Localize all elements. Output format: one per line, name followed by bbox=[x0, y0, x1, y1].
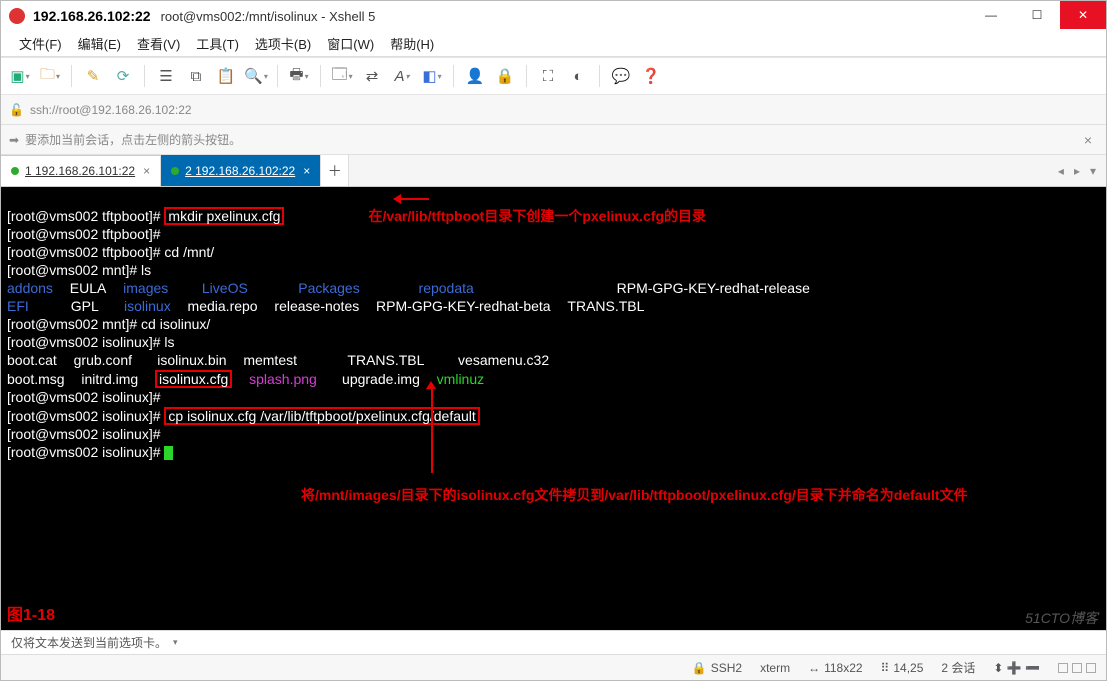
cursor bbox=[164, 446, 173, 460]
arrowhead-icon bbox=[393, 194, 401, 204]
script-icon[interactable]: 💬 bbox=[608, 63, 634, 89]
app-window: 192.168.26.102:22 root@vms002:/mnt/isoli… bbox=[0, 0, 1107, 681]
copy-icon[interactable]: ⧉ bbox=[183, 63, 209, 89]
terminal-output[interactable]: [root@vms002 tftpboot]# mkdir pxelinux.c… bbox=[1, 187, 1106, 630]
status-bar: 🔒 SSH2 xterm ↔ 118x22 ⠿ 14,25 2 会话 ⬍ ➕ ➖ bbox=[1, 654, 1106, 680]
address-text: ssh://root@192.168.26.102:22 bbox=[30, 103, 192, 117]
minimize-button[interactable]: — bbox=[968, 1, 1014, 29]
dropdown-icon[interactable]: ▾ bbox=[173, 637, 178, 648]
search-icon[interactable]: 🔍▾ bbox=[243, 63, 269, 89]
help-icon[interactable]: ❓ bbox=[638, 63, 664, 89]
menu-tabs[interactable]: 选项卡(B) bbox=[247, 32, 319, 55]
menu-file[interactable]: 文件(F) bbox=[11, 32, 70, 55]
arrowhead-icon bbox=[426, 381, 436, 389]
reconnect-icon[interactable]: ⟳ bbox=[110, 63, 136, 89]
address-bar[interactable]: 🔓 ssh://root@192.168.26.102:22 bbox=[1, 95, 1106, 125]
add-tab-button[interactable]: ＋ bbox=[321, 155, 349, 186]
status-dot-icon bbox=[171, 167, 179, 175]
session-tab-2[interactable]: 2 192.168.26.102:22 × bbox=[161, 155, 321, 186]
highlight-icon[interactable]: ✎ bbox=[80, 63, 106, 89]
color-icon[interactable]: ◧▾ bbox=[419, 63, 445, 89]
banner-close-icon[interactable]: × bbox=[1078, 132, 1098, 148]
status-caps bbox=[1058, 663, 1096, 673]
window-title: 192.168.26.102:22 bbox=[33, 8, 151, 24]
annotation-text: 将/mnt/images/目录下的isolinux.cfg文件拷贝到/var/l… bbox=[301, 482, 1061, 508]
menu-view[interactable]: 查看(V) bbox=[129, 32, 188, 55]
send-mode-bar: 仅将文本发送到当前选项卡。 ▾ bbox=[1, 630, 1106, 654]
info-banner: ➡ 要添加当前会话，点击左侧的箭头按钮。 × bbox=[1, 125, 1106, 155]
tab-label: 2 192.168.26.102:22 bbox=[185, 164, 295, 178]
status-cursor: ⠿ 14,25 bbox=[881, 661, 924, 675]
status-dot-icon bbox=[11, 167, 19, 175]
opacity-icon[interactable]: ◐ bbox=[565, 63, 591, 89]
status-sessions: 2 会话 bbox=[941, 659, 975, 676]
status-termtype: xterm bbox=[760, 661, 790, 675]
transfer-icon[interactable]: ⇄ bbox=[359, 63, 385, 89]
tab-list-icon[interactable]: ▾ bbox=[1086, 164, 1100, 178]
tab-close-icon[interactable]: × bbox=[303, 164, 310, 178]
tab-strip: 1 192.168.26.101:22 × 2 192.168.26.102:2… bbox=[1, 155, 1106, 187]
window-subtitle: root@vms002:/mnt/isolinux - Xshell 5 bbox=[161, 9, 376, 24]
tab-prev-icon[interactable]: ◂ bbox=[1054, 164, 1068, 178]
font-icon[interactable]: A▾ bbox=[389, 63, 415, 89]
lock-icon[interactable]: 🔒 bbox=[492, 63, 518, 89]
toolbar: ▣▾ 🗀▾ ✎ ⟳ ☰ ⧉ 📋 🔍▾ 🖶▾ 🗔▾ ⇄ A▾ ◧▾ 👤 🔒 ⛶ ◐… bbox=[1, 57, 1106, 95]
app-icon bbox=[9, 8, 25, 24]
menu-window[interactable]: 窗口(W) bbox=[319, 32, 382, 55]
lock-indicator-icon: 🔓 bbox=[9, 103, 24, 117]
sessions-icon[interactable]: 🗔▾ bbox=[329, 63, 355, 89]
session-tab-1[interactable]: 1 192.168.26.101:22 × bbox=[1, 155, 161, 186]
user-icon[interactable]: 👤 bbox=[462, 63, 488, 89]
paste-icon[interactable]: 📋 bbox=[213, 63, 239, 89]
properties-icon[interactable]: ☰ bbox=[153, 63, 179, 89]
annotation-arrow bbox=[399, 198, 429, 200]
menu-bar: 文件(F) 编辑(E) 查看(V) 工具(T) 选项卡(B) 窗口(W) 帮助(… bbox=[1, 31, 1106, 57]
status-size: ↔ 118x22 bbox=[808, 661, 862, 675]
menu-edit[interactable]: 编辑(E) bbox=[70, 32, 129, 55]
status-protocol: 🔒 SSH2 bbox=[692, 661, 742, 675]
tab-nav: ◂ ▸ ▾ bbox=[1054, 155, 1106, 186]
fullscreen-icon[interactable]: ⛶ bbox=[535, 63, 561, 89]
banner-arrow-icon[interactable]: ➡ bbox=[9, 133, 19, 147]
send-mode-text: 仅将文本发送到当前选项卡。 bbox=[11, 634, 167, 651]
title-bar: 192.168.26.102:22 root@vms002:/mnt/isoli… bbox=[1, 1, 1106, 31]
new-session-icon[interactable]: ▣▾ bbox=[7, 63, 33, 89]
annotation-arrow bbox=[431, 387, 433, 473]
maximize-button[interactable]: ☐ bbox=[1014, 1, 1060, 29]
print-icon[interactable]: 🖶▾ bbox=[286, 63, 312, 89]
figure-label: 图1-18 bbox=[7, 608, 55, 624]
tab-next-icon[interactable]: ▸ bbox=[1070, 164, 1084, 178]
open-folder-icon[interactable]: 🗀▾ bbox=[37, 63, 63, 89]
watermark: 51CTO博客 bbox=[1025, 610, 1098, 626]
close-button[interactable]: ✕ bbox=[1060, 1, 1106, 29]
menu-tools[interactable]: 工具(T) bbox=[188, 32, 247, 55]
tab-close-icon[interactable]: × bbox=[143, 164, 150, 178]
menu-help[interactable]: 帮助(H) bbox=[382, 32, 442, 55]
banner-text: 要添加当前会话，点击左侧的箭头按钮。 bbox=[25, 131, 241, 148]
tab-label: 1 192.168.26.101:22 bbox=[25, 164, 135, 178]
status-scroll[interactable]: ⬍ ➕ ➖ bbox=[993, 661, 1040, 675]
